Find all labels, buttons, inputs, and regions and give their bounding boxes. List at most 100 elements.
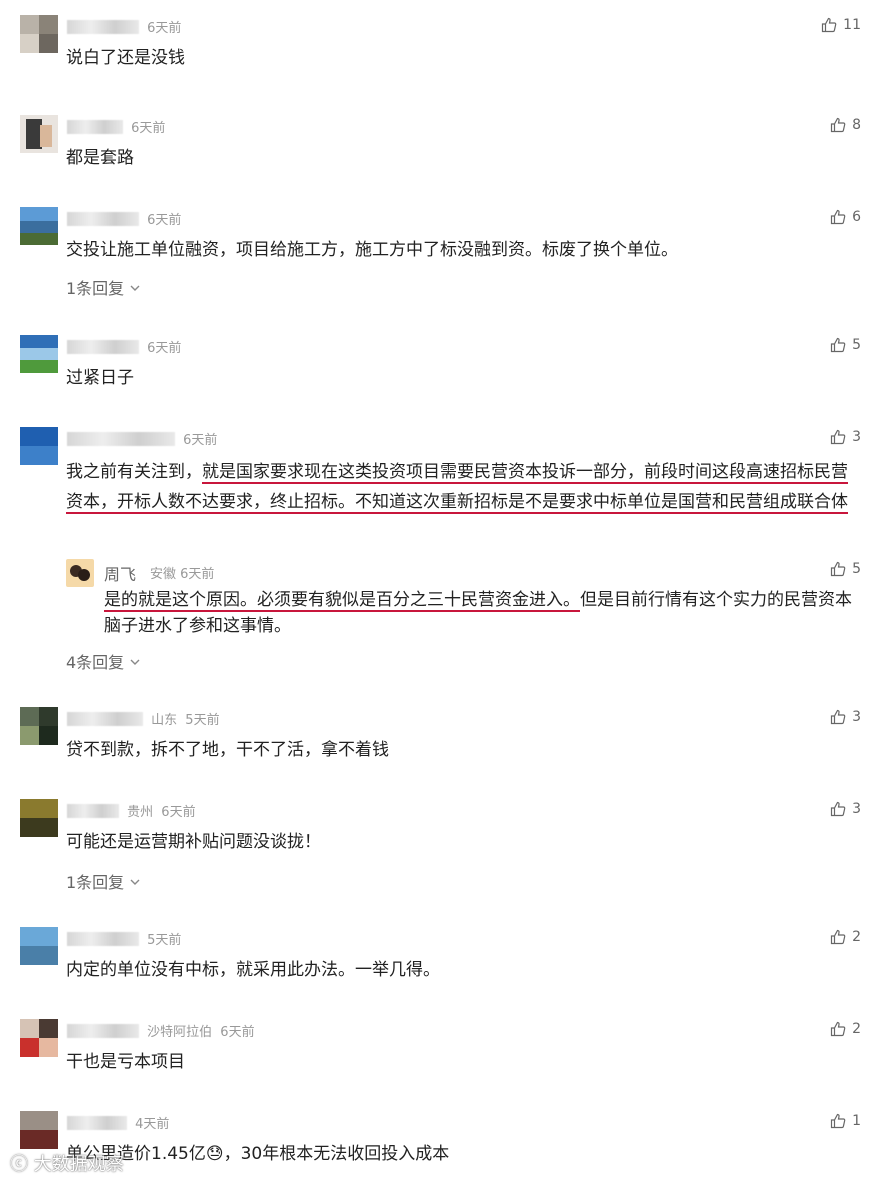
comment-meta: 6天前 xyxy=(67,209,181,229)
comment-location: 贵州 xyxy=(127,805,154,820)
like-count: 8 xyxy=(852,117,861,133)
comment-meta: 6天前 xyxy=(67,429,217,449)
like-count: 3 xyxy=(852,429,861,445)
comment-text: 都是套路 xyxy=(66,148,134,168)
like-count: 5 xyxy=(852,337,861,353)
like-button[interactable]: 8 xyxy=(830,117,861,133)
comment-text: 交投让施工单位融资，项目给施工方，施工方中了标没融到资。标废了换个单位。 xyxy=(66,240,678,260)
comment-text: 内定的单位没有中标，就采用此办法。一举几得。 xyxy=(66,960,440,980)
view-replies-button[interactable]: 1条回复 xyxy=(66,869,141,893)
reply-time: 6天前 xyxy=(180,567,215,582)
avatar[interactable] xyxy=(20,1111,58,1149)
comment-text: 我之前有关注到，就是国家要求现在这类投资项目需要民营资本投诉一部分，前段时间这段… xyxy=(66,457,861,517)
reply-username[interactable]: 周飞 xyxy=(104,561,136,585)
comment-time: 6天前 xyxy=(183,433,218,448)
comment-time: 6天前 xyxy=(161,805,196,820)
comment-location: 沙特阿拉伯 xyxy=(147,1025,213,1040)
like-button[interactable]: 3 xyxy=(830,429,861,445)
like-count: 1 xyxy=(852,1113,861,1129)
comment-location: 山东 xyxy=(151,713,178,728)
avatar[interactable] xyxy=(20,15,58,53)
comment-text-plain: 我之前有关注到， xyxy=(66,462,202,482)
comment-text: 可能还是运营期补贴问题没谈拢！ xyxy=(66,832,321,852)
comment-time: 6天前 xyxy=(147,341,182,356)
comment-meta: 贵州 6天前 xyxy=(67,801,196,821)
view-replies-button[interactable]: 4条回复 xyxy=(66,649,141,673)
like-button[interactable]: 2 xyxy=(830,1021,861,1037)
thumbs-up-icon xyxy=(830,209,846,225)
chevron-down-icon xyxy=(130,659,140,665)
comment-text: 干也是亏本项目 xyxy=(66,1052,185,1072)
username-blurred[interactable] xyxy=(67,119,123,134)
view-replies-button[interactable]: 1条回复 xyxy=(66,275,141,299)
avatar[interactable] xyxy=(20,115,58,153)
like-count: 2 xyxy=(852,929,861,945)
comment-text-part: ，30年根本无法收回投入成本 xyxy=(223,1144,450,1164)
username-blurred[interactable] xyxy=(67,211,139,226)
comment-time: 5天前 xyxy=(185,713,220,728)
watermark-text: 大数据观察 xyxy=(33,1154,124,1175)
comment-meta: 6天前 xyxy=(67,337,181,357)
avatar[interactable] xyxy=(20,207,58,245)
avatar-figure-icon xyxy=(70,565,90,581)
watermark-logo-icon: ⓒ xyxy=(10,1154,28,1175)
comment-time: 6天前 xyxy=(220,1025,255,1040)
sweat-emoji: 😓 xyxy=(205,1144,224,1164)
like-button[interactable]: 1 xyxy=(830,1113,861,1129)
comment-time: 5天前 xyxy=(147,933,182,948)
thumbs-up-icon xyxy=(830,801,846,817)
comment-time: 6天前 xyxy=(131,121,166,136)
comment-meta: 4天前 xyxy=(67,1113,169,1133)
like-button[interactable]: 5 xyxy=(830,337,861,353)
username-blurred[interactable] xyxy=(67,931,139,946)
comment-meta: 山东 5天前 xyxy=(67,709,220,729)
reply-avatar[interactable] xyxy=(66,559,94,587)
thumbs-up-icon xyxy=(830,561,846,577)
like-button[interactable]: 2 xyxy=(830,929,861,945)
username-blurred[interactable] xyxy=(67,339,139,354)
like-count: 3 xyxy=(852,801,861,817)
thumbs-up-icon xyxy=(830,929,846,945)
comment-text: 过紧日子 xyxy=(66,368,134,388)
comment-time: 6天前 xyxy=(147,213,182,228)
like-button[interactable]: 6 xyxy=(830,209,861,225)
thumbs-up-icon xyxy=(822,17,837,33)
chevron-down-icon xyxy=(130,879,140,885)
reply-meta: 安徽 6天前 xyxy=(150,563,214,582)
reply-like-button[interactable]: 5 xyxy=(830,561,861,577)
avatar[interactable] xyxy=(20,427,58,465)
replies-count: 4条回复 xyxy=(66,653,125,672)
thumbs-up-icon xyxy=(830,1021,846,1037)
username-blurred[interactable] xyxy=(67,1023,139,1038)
username-blurred[interactable] xyxy=(67,711,143,726)
avatar[interactable] xyxy=(20,1019,58,1057)
comment-time: 6天前 xyxy=(147,21,182,36)
comment-time: 4天前 xyxy=(135,1117,170,1132)
username-blurred[interactable] xyxy=(67,803,119,818)
comment-text: 单公里造价1.45亿😓，30年根本无法收回投入成本 xyxy=(66,1141,861,1167)
thumbs-up-icon xyxy=(830,709,846,725)
replies-count: 1条回复 xyxy=(66,873,125,892)
avatar[interactable] xyxy=(20,707,58,745)
like-button[interactable]: 3 xyxy=(830,801,861,817)
like-button[interactable]: 3 xyxy=(830,709,861,725)
username-blurred[interactable] xyxy=(67,431,175,446)
like-count: 5 xyxy=(852,561,861,577)
reply-item: 周飞 安徽 6天前 5 是的就是这个原因。必须要有貌似是百分之三十民营资金进入。… xyxy=(66,559,861,639)
thumbs-up-icon xyxy=(830,429,846,445)
like-count: 11 xyxy=(843,17,861,33)
like-button[interactable]: 11 xyxy=(821,17,861,33)
username-blurred[interactable] xyxy=(67,1115,127,1130)
avatar[interactable] xyxy=(20,927,58,965)
comment-meta: 6天前 xyxy=(67,117,165,137)
avatar[interactable] xyxy=(20,799,58,837)
avatar[interactable] xyxy=(20,335,58,373)
chevron-down-icon xyxy=(130,285,140,291)
comment-text: 说白了还是没钱 xyxy=(66,48,185,68)
like-count: 3 xyxy=(852,709,861,725)
comment-text: 贷不到款，拆不了地，干不了活，拿不着钱 xyxy=(66,740,389,760)
comment-meta: 沙特阿拉伯 6天前 xyxy=(67,1021,255,1041)
watermark: ⓒ 大数据观察 xyxy=(10,1150,124,1176)
like-count: 6 xyxy=(852,209,861,225)
username-blurred[interactable] xyxy=(67,19,139,34)
